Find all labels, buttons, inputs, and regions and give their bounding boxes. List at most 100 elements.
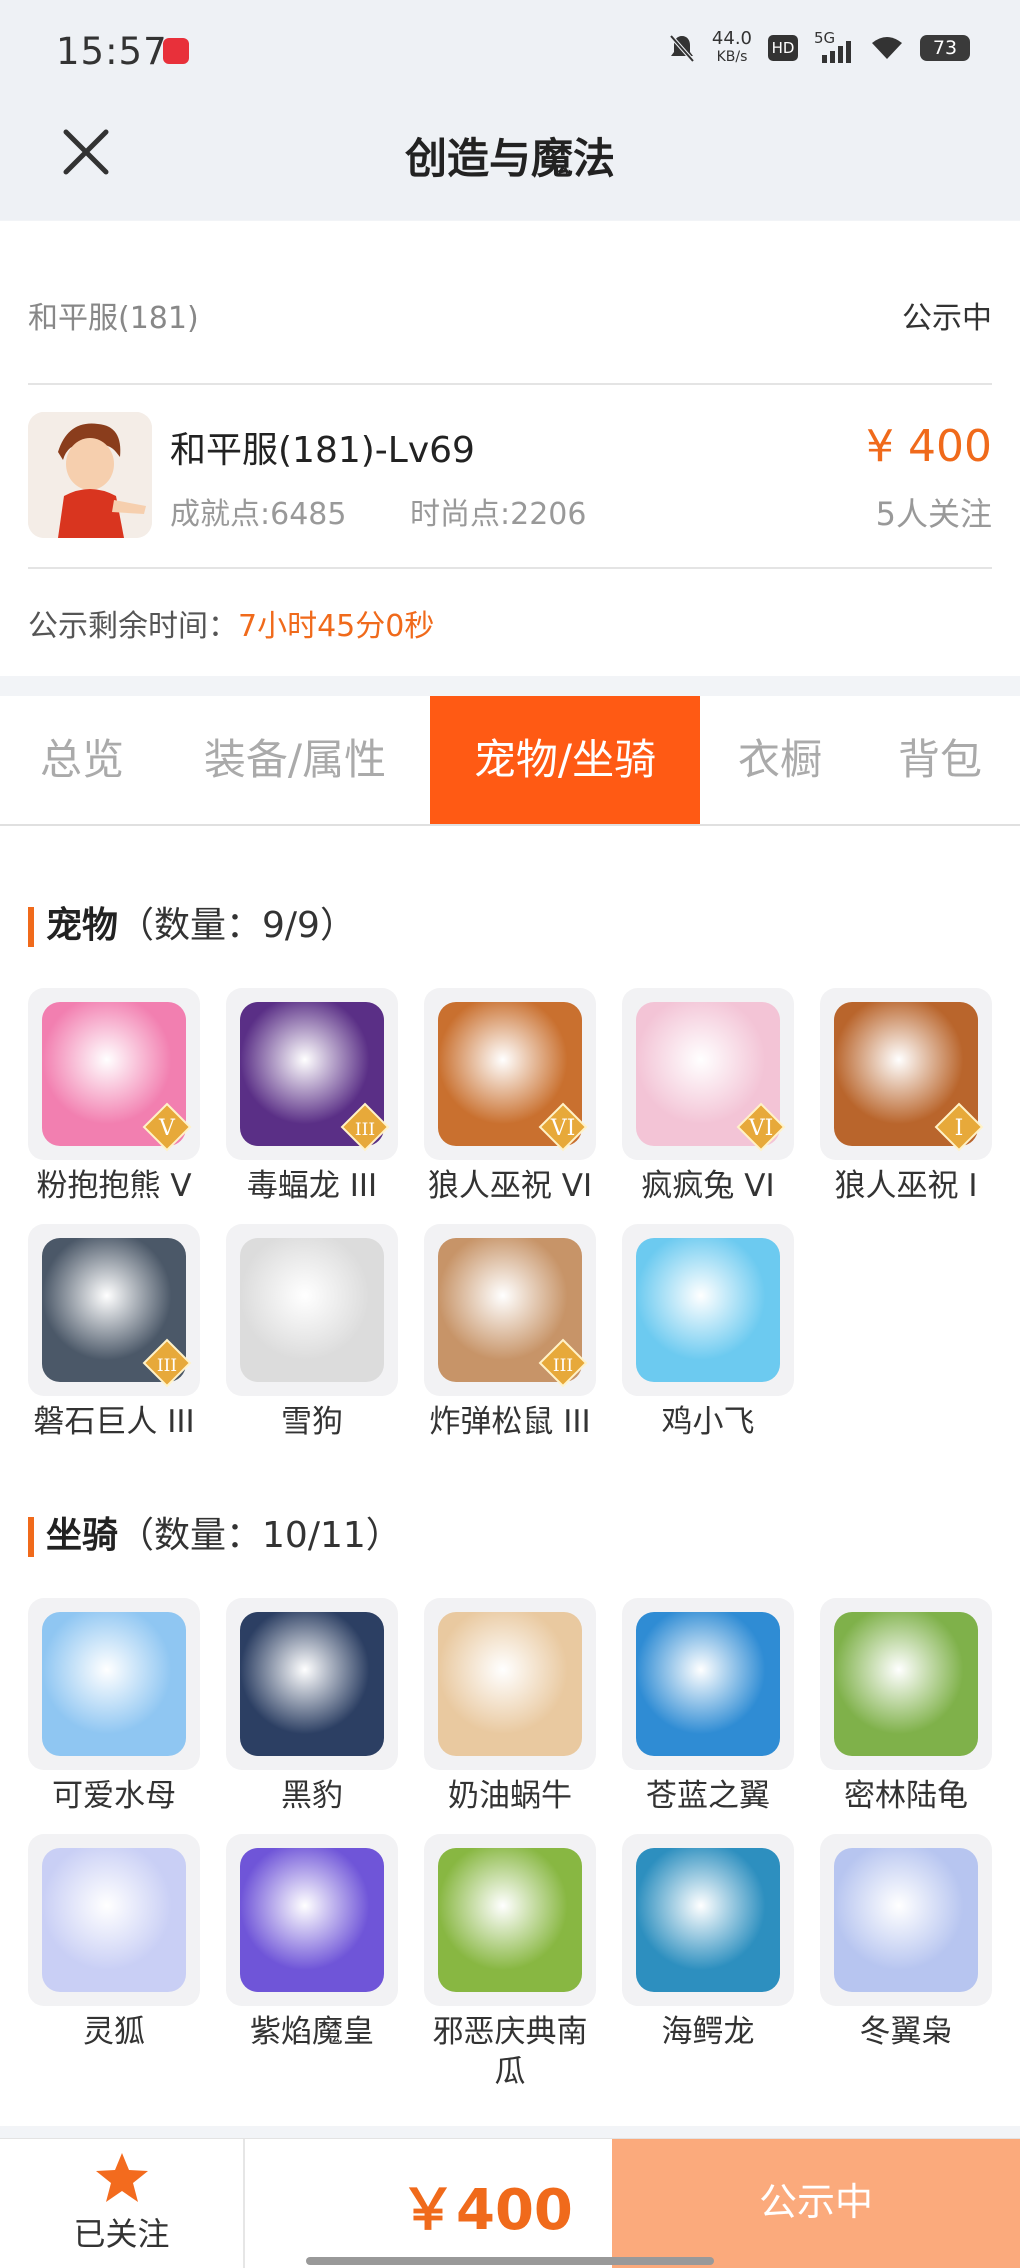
- item-image: [636, 1612, 780, 1756]
- server-name: 和平服(181): [28, 301, 199, 336]
- item-thumbnail: III: [226, 988, 398, 1160]
- rank-badge-icon: III: [142, 1338, 192, 1388]
- list-item[interactable]: V 粉抱抱熊 V: [28, 988, 200, 1206]
- status-bar: 15:57 44.0 KB/s HD 5G 73: [0, 0, 1020, 110]
- divider: [28, 567, 992, 569]
- item-name: 邪恶庆典南瓜: [432, 2014, 588, 2090]
- item-thumbnail: [622, 1598, 794, 1770]
- list-item[interactable]: 可爱水母: [28, 1598, 200, 1816]
- list-item[interactable]: VI 狼人巫祝 VI: [424, 988, 596, 1206]
- list-item[interactable]: 冬翼枭: [820, 1834, 992, 2052]
- status-label: 公示中: [902, 301, 992, 336]
- rank-badge-label: III: [355, 1120, 375, 1140]
- star-icon: [96, 2153, 148, 2202]
- item-image: [438, 1612, 582, 1756]
- status-time: 15:57: [56, 30, 168, 73]
- list-item[interactable]: III 炸弹松鼠 III: [424, 1224, 596, 1442]
- list-item[interactable]: I 狼人巫祝 I: [820, 988, 992, 1206]
- net-speed-value: 44.0: [711, 28, 752, 49]
- tab-bar: 总览 装备/属性 宠物/坐骑 衣橱 背包: [0, 696, 1020, 826]
- watcher-count: 5人关注: [875, 495, 992, 533]
- pets-count: （数量：9/9）: [118, 905, 356, 946]
- item-name: 狼人巫祝 VI: [427, 1168, 593, 1204]
- character-avatar: [28, 412, 152, 538]
- item-name: 毒蝠龙 III: [246, 1168, 378, 1204]
- pets-mounts-panel: 宠物（数量：9/9） V 粉抱抱熊 V III 毒蝠龙 III VI 狼人巫祝 VI VI 疯…: [0, 826, 1020, 2126]
- remaining-time-label: 公示剩余时间：: [28, 609, 238, 644]
- list-item[interactable]: III 磐石巨人 III: [28, 1224, 200, 1442]
- net-speed-unit: KB/s: [716, 49, 748, 65]
- rank-badge-label: I: [955, 1116, 964, 1141]
- battery-icon: 73: [920, 35, 970, 61]
- item-name: 狼人巫祝 I: [834, 1168, 978, 1204]
- hd-icon: HD: [768, 35, 798, 61]
- signal-icon: 5G: [814, 29, 854, 63]
- list-item[interactable]: 奶油蜗牛: [424, 1598, 596, 1816]
- rank-badge-label: VI: [748, 1116, 774, 1141]
- item-name: 紫焰魔皇: [250, 2014, 374, 2050]
- character-name: 和平服(181)-Lv69: [170, 430, 475, 471]
- rank-badge-icon: VI: [538, 1102, 588, 1152]
- item-name: 奶油蜗牛: [448, 1778, 572, 1814]
- list-item[interactable]: III 毒蝠龙 III: [226, 988, 398, 1206]
- tab-bag[interactable]: 背包: [870, 696, 1010, 824]
- tab-overview[interactable]: 总览: [12, 696, 152, 824]
- item-name: 灵狐: [83, 2014, 145, 2050]
- item-thumbnail: III: [28, 1224, 200, 1396]
- item-thumbnail: III: [424, 1224, 596, 1396]
- item-thumbnail: [622, 1834, 794, 2006]
- item-thumbnail: [28, 1598, 200, 1770]
- list-item[interactable]: 黑豹: [226, 1598, 398, 1816]
- divider: [28, 383, 992, 385]
- item-name: 鸡小飞: [661, 1404, 755, 1440]
- item-name: 磐石巨人 III: [33, 1404, 195, 1440]
- list-item[interactable]: 海鳄龙: [622, 1834, 794, 2052]
- item-image: [834, 1612, 978, 1756]
- item-thumbnail: [820, 1834, 992, 2006]
- list-item[interactable]: 雪狗: [226, 1224, 398, 1442]
- item-thumbnail: [226, 1598, 398, 1770]
- list-item[interactable]: 鸡小飞: [622, 1224, 794, 1442]
- item-image: [42, 1612, 186, 1756]
- item-name: 炸弹松鼠 III: [429, 1404, 591, 1440]
- remaining-time: 公示剩余时间：7小时45分0秒: [28, 601, 434, 645]
- item-thumbnail: V: [28, 988, 200, 1160]
- item-name: 海鳄龙: [661, 2014, 755, 2050]
- list-item[interactable]: 苍蓝之翼: [622, 1598, 794, 1816]
- list-item[interactable]: 密林陆龟: [820, 1598, 992, 1816]
- item-name: 黑豹: [281, 1778, 343, 1814]
- item-image: [834, 1848, 978, 1992]
- character-stats: 成就点:6485 时尚点:2206: [170, 489, 640, 533]
- list-item[interactable]: 邪恶庆典南瓜: [424, 1834, 596, 2092]
- tab-pets-mounts[interactable]: 宠物/坐骑: [430, 696, 700, 824]
- follow-button[interactable]: 已关注: [0, 2139, 245, 2268]
- list-item[interactable]: 灵狐: [28, 1834, 200, 2052]
- home-indicator[interactable]: [306, 2257, 714, 2265]
- item-thumbnail: [622, 1224, 794, 1396]
- item-name: 密林陆龟: [844, 1778, 968, 1814]
- item-image: [240, 1238, 384, 1382]
- rank-badge-label: III: [553, 1356, 573, 1376]
- item-thumbnail: [424, 1598, 596, 1770]
- rank-badge-icon: VI: [736, 1102, 786, 1152]
- price: ¥ 400: [866, 421, 992, 472]
- fashion-points: 时尚点:2206: [410, 497, 587, 532]
- mounts-section-header: 坐骑（数量：10/11）: [28, 1506, 402, 1558]
- follow-label: 已关注: [73, 2215, 170, 2253]
- status-icons: 44.0 KB/s HD 5G 73: [668, 28, 970, 66]
- list-item[interactable]: 紫焰魔皇: [226, 1834, 398, 2052]
- item-thumbnail: VI: [622, 988, 794, 1160]
- item-thumbnail: I: [820, 988, 992, 1160]
- item-image: [636, 1238, 780, 1382]
- item-image: [636, 1848, 780, 1992]
- mounts-title: 坐骑: [46, 1515, 119, 1556]
- bottom-bar: 已关注 ￥400 公示中: [0, 2138, 1020, 2268]
- mounts-count: （数量：10/11）: [118, 1515, 402, 1556]
- status-button[interactable]: 公示中: [612, 2139, 1020, 2268]
- tab-equipment[interactable]: 装备/属性: [180, 696, 410, 824]
- list-item[interactable]: VI 疯疯兔 VI: [622, 988, 794, 1206]
- bottom-price: ￥400: [400, 2178, 573, 2243]
- item-name: 雪狗: [281, 1404, 343, 1440]
- wifi-icon: [872, 37, 902, 59]
- tab-wardrobe[interactable]: 衣橱: [720, 696, 840, 824]
